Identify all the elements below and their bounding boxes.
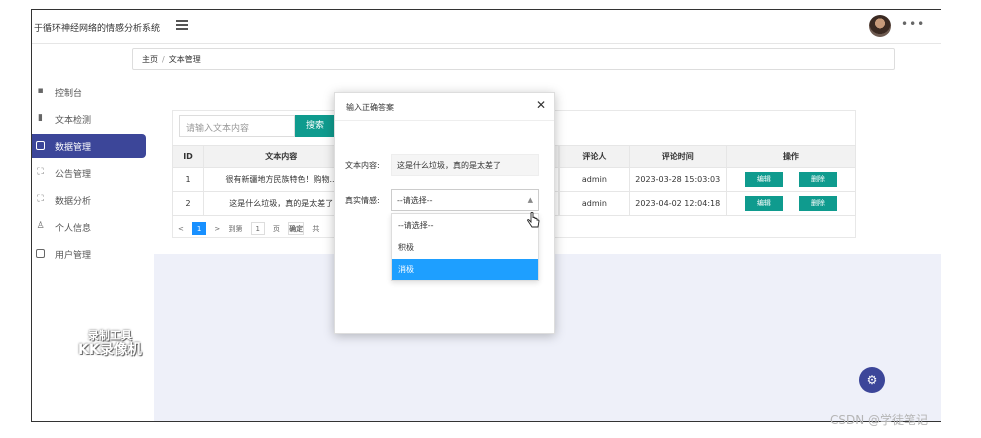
sidebar-item-profile[interactable]: ♙ 个人信息: [32, 215, 146, 239]
cell-user: admin: [559, 167, 630, 192]
modal-header: 输入正确答案 ✕: [335, 93, 554, 121]
sidebar-item-analysis[interactable]: ⛶ 数据分析: [32, 188, 146, 212]
col-header-user: 评论人: [559, 145, 630, 168]
close-icon[interactable]: ✕: [536, 99, 546, 111]
recorder-watermark: 录制工具 KK录像机: [78, 328, 142, 358]
total-label: 共: [312, 225, 320, 233]
csdn-watermark: CSDN @学徒笔记: [830, 413, 929, 427]
delete-button[interactable]: 删除: [798, 196, 837, 211]
sidebar-item-users[interactable]: 用户管理: [32, 242, 146, 266]
page-number[interactable]: 1: [192, 222, 207, 235]
more-icon[interactable]: •••: [901, 17, 925, 31]
breadcrumb-separator: /: [162, 55, 165, 64]
option-positive[interactable]: 积极: [392, 237, 538, 258]
breadcrumb-home[interactable]: 主页: [142, 55, 158, 64]
screen: 于循环神经网络的情感分析系统 ••• ▪ 控制台 ▮ 文本检测 数据管理 ⛶ 公…: [0, 0, 981, 438]
app-title: 于循环神经网络的情感分析系统: [34, 24, 161, 34]
text-content-field: 这是什么垃圾，真的是太差了: [391, 154, 539, 176]
prev-page-button[interactable]: <: [178, 225, 184, 233]
col-header-id: ID: [171, 145, 205, 168]
sidebar-item-label: 公告管理: [55, 170, 92, 180]
text-content-label: 文本内容:: [345, 161, 380, 170]
edit-button[interactable]: 编辑: [744, 196, 783, 211]
edit-button[interactable]: 编辑: [744, 172, 783, 187]
settings-icon[interactable]: ⚙: [859, 367, 885, 393]
sentiment-dropdown: --请选择-- 积极 消极: [391, 213, 539, 281]
hand-cursor-icon: [527, 212, 540, 228]
table-icon: [36, 141, 45, 150]
cell-id: 2: [171, 191, 205, 216]
breadcrumb: 主页 / 文本管理: [132, 48, 895, 70]
sidebar-item-label: 数据管理: [55, 143, 92, 153]
cell-id: 1: [171, 167, 205, 192]
col-header-actions: 操作: [725, 145, 857, 168]
next-page-button[interactable]: >: [214, 225, 220, 233]
watermark-line1: 录制工具: [87, 329, 132, 342]
goto-confirm-button[interactable]: 确定: [288, 222, 305, 235]
sidebar-item-dashboard[interactable]: ▪ 控制台: [32, 80, 146, 104]
goto-page-input[interactable]: 1: [250, 222, 265, 235]
pagination: < 1 > 到第 1 页 确定 共: [178, 222, 319, 235]
page-unit-label: 页: [272, 225, 280, 233]
sidebar-item-label: 个人信息: [55, 224, 92, 234]
top-header: 于循环神经网络的情感分析系统 •••: [32, 10, 941, 44]
bar-chart-icon: ▮: [38, 113, 43, 123]
breadcrumb-current: 文本管理: [168, 55, 201, 64]
sentiment-label: 真实情感:: [345, 196, 380, 205]
cell-actions: 编辑 删除: [725, 191, 857, 216]
modal-title: 输入正确答案: [346, 103, 394, 112]
menu-toggle-icon[interactable]: [176, 20, 188, 30]
goto-label: 到第: [228, 225, 243, 233]
user-avatar[interactable]: [869, 15, 891, 37]
sidebar-item-label: 数据分析: [55, 197, 92, 207]
grid-icon: ▪: [37, 86, 44, 96]
sidebar-item-label: 文本检测: [55, 116, 92, 126]
sidebar-item-data-management[interactable]: 数据管理: [32, 134, 146, 158]
sidebar-item-text-detection[interactable]: ▮ 文本检测: [32, 107, 146, 131]
answer-modal: 输入正确答案 ✕ 文本内容: 这是什么垃圾，真的是太差了 真实情感: --请选择…: [334, 92, 555, 334]
search-button[interactable]: 搜索: [295, 115, 335, 137]
delete-button[interactable]: 删除: [798, 172, 837, 187]
expand-icon: ⛶: [37, 167, 44, 177]
option-placeholder[interactable]: --请选择--: [392, 215, 538, 236]
select-value: --请选择--: [397, 196, 433, 205]
user-icon: ♙: [36, 221, 45, 231]
option-negative[interactable]: 消极: [392, 259, 538, 280]
search-input[interactable]: 请输入文本内容: [179, 115, 295, 137]
sidebar: ▪ 控制台 ▮ 文本检测 数据管理 ⛶ 公告管理 ⛶ 数据分析 ♙ 个人信息 用…: [32, 44, 154, 421]
cell-time: 2023-03-28 15:03:03: [628, 167, 727, 192]
cell-user: admin: [559, 191, 630, 216]
cell-time: 2023-04-02 12:04:18: [628, 191, 727, 216]
sentiment-select[interactable]: --请选择-- ▲: [391, 189, 539, 211]
sidebar-item-label: 控制台: [55, 89, 83, 99]
document-icon: [36, 249, 45, 258]
sidebar-item-label: 用户管理: [55, 251, 92, 261]
expand-icon: ⛶: [37, 194, 44, 204]
chevron-up-icon: ▲: [527, 196, 533, 204]
col-header-time: 评论时间: [628, 145, 727, 168]
watermark-line2: KK录像机: [78, 342, 142, 358]
sidebar-item-announcements[interactable]: ⛶ 公告管理: [32, 161, 146, 185]
cell-actions: 编辑 删除: [725, 167, 857, 192]
